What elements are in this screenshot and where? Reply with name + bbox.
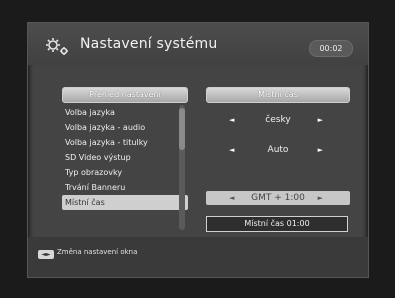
arrow-right-icon[interactable]: ► <box>318 112 323 128</box>
window-title: Nastavení systému <box>80 36 218 52</box>
list-item-language[interactable]: Volba jazyka <box>62 105 178 120</box>
footer-bar: ◄► Změna nastavení okna <box>28 237 368 277</box>
arrow-left-icon[interactable]: ◄ <box>229 191 234 205</box>
option-value: Auto <box>267 145 289 155</box>
local-time-panel: Místní čas ◄ česky ► ◄ Auto ► ◄ GMT + 1:… <box>206 87 350 232</box>
list-item-banner-duration[interactable]: Trvání Banneru <box>62 180 178 195</box>
arrow-right-icon[interactable]: ► <box>318 142 323 158</box>
list-item-screen-type[interactable]: Typ obrazovky <box>62 165 178 180</box>
list-item-sd-video-output[interactable]: SD Video výstup <box>62 150 178 165</box>
settings-list: Volba jazyka Volba jazyka - audio Volba … <box>62 105 188 250</box>
list-item-local-time[interactable]: Místní čas <box>62 195 188 210</box>
footer-hint: Změna nastavení okna <box>57 248 138 256</box>
option-timezone-selector[interactable]: ◄ GMT + 1:00 ► <box>206 191 350 205</box>
settings-overview-panel: Přehled nastavení Volba jazyka Volba jaz… <box>62 87 188 250</box>
option-mode-selector[interactable]: ◄ Auto ► <box>206 142 350 158</box>
list-item-audio-language[interactable]: Volba jazyka - audio <box>62 120 178 135</box>
scrollbar-thumb[interactable] <box>179 108 185 150</box>
clock-display: 00:02 <box>309 40 353 57</box>
arrow-left-icon[interactable]: ◄ <box>229 142 234 158</box>
option-value: česky <box>265 115 291 125</box>
gear-icon <box>46 38 68 55</box>
local-time-header: Místní čas <box>206 87 350 103</box>
option-value: GMT + 1:00 <box>251 193 305 203</box>
arrow-right-icon[interactable]: ► <box>318 191 323 205</box>
overview-header: Přehled nastavení <box>62 87 188 103</box>
title-bar: Nastavení systému 00:02 <box>28 23 368 65</box>
local-time-readout: Místní čas 01:00 <box>206 216 348 232</box>
arrow-left-icon[interactable]: ◄ <box>229 112 234 128</box>
option-language-selector[interactable]: ◄ česky ► <box>206 112 350 128</box>
left-right-keys-icon: ◄► <box>38 250 54 259</box>
settings-screen: Nastavení systému 00:02 Přehled nastaven… <box>27 22 369 278</box>
list-scrollbar[interactable] <box>179 105 185 230</box>
list-item-subtitle-language[interactable]: Volba jazyka - titulky <box>62 135 178 150</box>
